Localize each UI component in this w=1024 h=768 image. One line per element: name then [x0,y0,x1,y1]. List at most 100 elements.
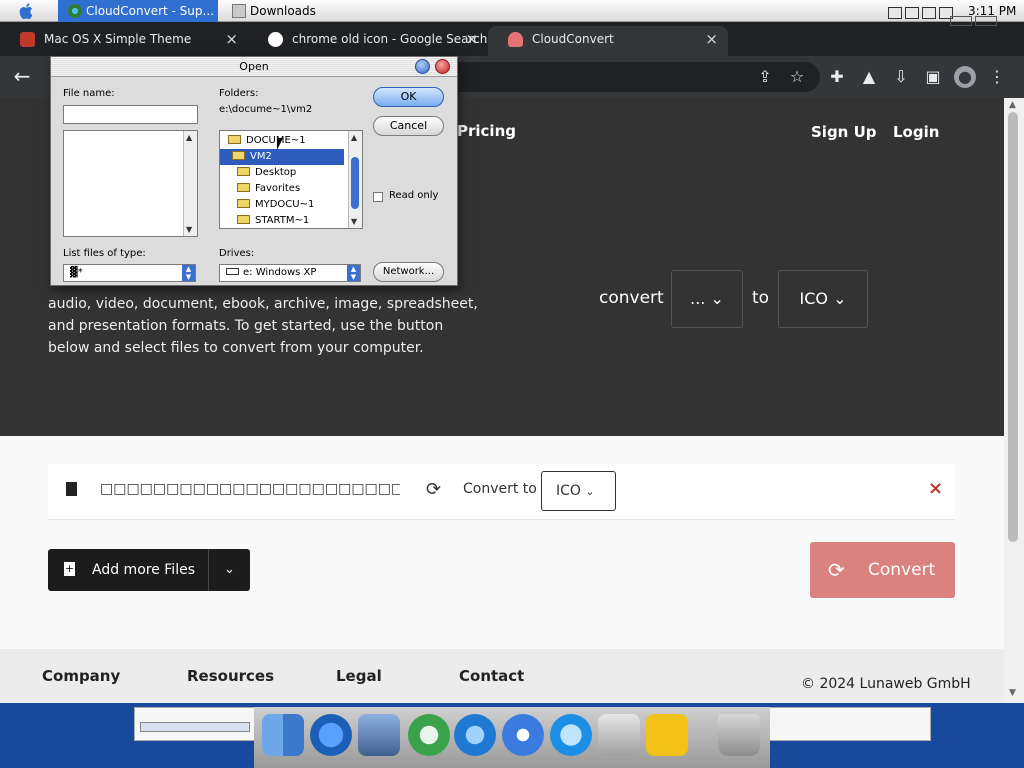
convert-to-value: ICO [556,483,581,499]
folder-name: STARTM~1 [255,215,310,226]
convert-button[interactable]: ⟳ Convert [810,542,955,598]
quicktime-icon[interactable] [550,714,592,756]
read-only-checkbox[interactable] [373,192,383,202]
profile-icon[interactable]: ● [954,66,976,88]
download-icon[interactable]: ⇩ [890,66,912,88]
puzzle-icon[interactable]: ✚ [826,66,848,88]
nav-pricing-link[interactable]: Pricing [457,122,516,140]
system-preferences-icon[interactable] [598,714,640,756]
minimize-dialog-icon[interactable] [415,59,430,74]
file-icon [66,482,77,496]
tab-title: CloudConvert [532,32,614,46]
display-icon[interactable] [905,7,919,19]
folder-item[interactable]: MYDOCU~1 [220,197,344,213]
from-format-select[interactable]: ... ⌄ [671,270,743,328]
drive-select[interactable]: e: Windows XP ▲ ▼ [219,264,361,282]
system-tray [888,4,956,19]
os-menu-bar: CloudConvert - Sup... Downloads 3:11 PM [0,0,1024,22]
share-icon[interactable]: ⇪ [754,66,776,88]
minimize-window-icon[interactable] [950,16,972,26]
finder-icon[interactable] [262,714,304,756]
itunes-icon[interactable] [408,714,450,756]
dock-slider[interactable] [140,722,250,732]
close-tab-icon[interactable]: × [465,26,478,52]
file-type-value: ▓* [70,267,83,278]
folder-name: MYDOCU~1 [255,199,315,210]
apple-logo-icon[interactable] [18,2,36,20]
folder-name: DOCUME~1 [246,135,306,146]
to-format-value: ICO [799,289,828,308]
close-tab-icon[interactable]: × [705,26,718,52]
file-list[interactable]: ▲ ▼ [63,130,198,237]
os-tab-downloads[interactable]: Downloads [222,0,352,22]
file-type-label: List files of type: [63,248,146,259]
scroll-down-icon[interactable]: ▼ [186,225,192,234]
browser-tab-google-search[interactable]: chrome old icon - Google Search × [248,26,488,56]
close-tab-icon[interactable]: × [225,26,238,52]
folder-item[interactable]: STARTM~1 [220,213,344,228]
nav-signup-link[interactable]: Sign Up [811,123,877,141]
browser-tab-strip: Mac OS X Simple Theme × chrome old icon … [0,16,1024,56]
scroll-thumb[interactable] [351,157,359,209]
close-dialog-icon[interactable] [435,59,450,74]
scroll-up-icon[interactable]: ▲ [1009,100,1016,110]
file-name-input[interactable] [63,105,198,124]
file-list-scrollbar[interactable]: ▲ ▼ [183,131,197,236]
folder-item-selected[interactable]: VM2 [220,149,344,165]
file-name-label: File name: [63,88,115,99]
window-icon[interactable] [888,7,902,19]
page-scrollbar[interactable]: ▲ ▼ [1004,98,1024,703]
dialog-title: Open [239,60,269,73]
os-tab-cloudconvert[interactable]: CloudConvert - Sup... [58,0,218,22]
convert-to-select[interactable]: ICO ⌄ [541,471,616,511]
flask-icon[interactable]: ▲ [858,66,880,88]
cancel-button[interactable]: Cancel [373,116,444,136]
footer-legal-heading: Legal [336,667,382,685]
chevron-down-icon: ⌄ [710,289,724,308]
folder-icon [232,4,246,18]
add-more-files-button[interactable]: + Add more Files [48,549,208,591]
menu-icon[interactable]: ⋮ [986,66,1008,88]
nav-login-link[interactable]: Login [893,123,939,141]
remove-file-icon[interactable]: × [928,478,943,499]
convert-to-label: Convert to [463,481,537,497]
media-player-icon[interactable] [454,714,496,756]
footer: Company Resources Legal Contact © 2024 L… [0,649,1004,703]
ok-button[interactable]: OK [373,87,444,107]
internet-explorer-icon[interactable] [310,714,352,756]
scroll-thumb[interactable] [1008,112,1018,542]
to-format-select[interactable]: ICO ⌄ [778,270,868,328]
add-files-dropdown-button[interactable]: ⌄ [208,549,250,591]
scroll-down-icon[interactable]: ▼ [351,217,357,226]
browser-tab-cloudconvert[interactable]: CloudConvert × [488,26,728,56]
file-type-select[interactable]: ▓* ▲ ▼ [63,264,196,282]
close-window-icon[interactable] [975,16,997,26]
network-button[interactable]: Network... [373,262,444,282]
scroll-down-icon[interactable]: ▼ [1009,688,1016,698]
theme-favicon-icon [20,32,35,47]
dialog-titlebar[interactable]: Open [51,57,457,77]
copyright: © 2024 Lunaweb GmbH [801,676,971,692]
back-button[interactable]: ← [10,65,34,89]
os-tab-label: CloudConvert - Sup... [86,4,214,18]
sliders-icon[interactable] [922,7,936,19]
address-book-icon[interactable] [646,714,688,756]
mouse-cursor-icon [277,138,283,150]
tab-title: chrome old icon - Google Search [292,32,488,46]
trash-icon[interactable] [718,714,760,756]
mail-icon[interactable] [358,714,400,756]
browser-tab-mac-theme[interactable]: Mac OS X Simple Theme × [0,26,248,56]
star-icon[interactable]: ☆ [786,66,808,88]
refresh-icon[interactable]: ⟳ [426,479,441,500]
up-down-arrows-icon: ▲ ▼ [182,265,195,281]
folder-list-scrollbar[interactable]: ▲ ▼ [348,131,362,228]
scroll-up-icon[interactable]: ▲ [186,133,192,142]
scroll-up-icon[interactable]: ▲ [351,133,357,142]
dvd-icon[interactable] [502,714,544,756]
file-plus-icon: + [64,562,75,576]
folder-list[interactable]: DOCUME~1 VM2 Desktop Favorites MYDOCU~1 … [219,130,363,229]
folder-name: Favorites [255,183,301,194]
folder-item[interactable]: Favorites [220,181,344,197]
folder-item[interactable]: Desktop [220,165,344,181]
sidepanel-icon[interactable]: ▣ [922,66,944,88]
